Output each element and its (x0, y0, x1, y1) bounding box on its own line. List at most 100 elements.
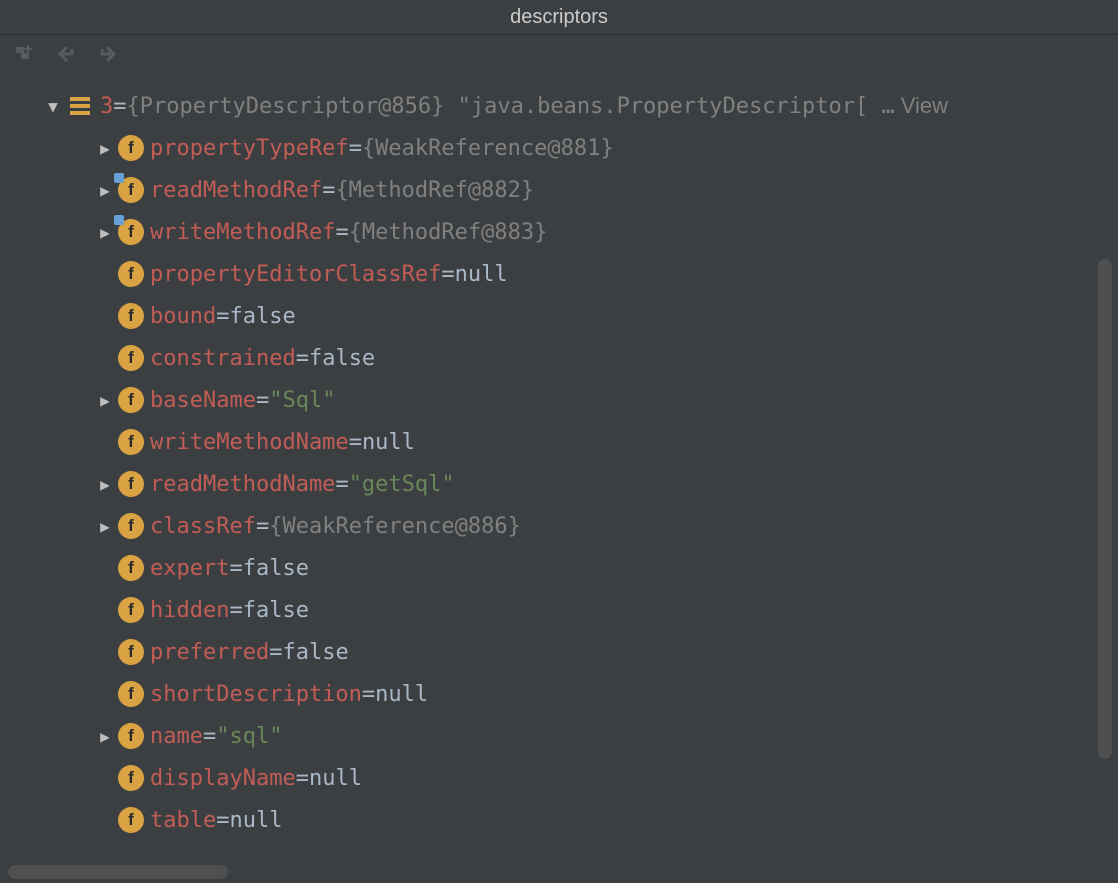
variable-name: bound (150, 304, 216, 329)
tree-row[interactable]: ▶ fconstrained = false (8, 337, 1118, 379)
expand-arrow-right-icon[interactable]: ▶ (96, 139, 114, 158)
field-icon: f (118, 345, 144, 371)
array-element-icon (66, 92, 94, 120)
equals-sign: = (349, 136, 362, 161)
expand-arrow-down-icon[interactable]: ▼ (44, 97, 62, 116)
tree-row[interactable]: ▶ fname = "sql" (8, 715, 1118, 757)
new-watch-icon[interactable] (14, 43, 36, 71)
field-icon: f (118, 555, 144, 581)
expand-arrow-right-icon[interactable]: ▶ (96, 727, 114, 746)
tree-row[interactable]: ▶ fclassRef = {WeakReference@886} (8, 505, 1118, 547)
variable-name: hidden (150, 598, 229, 623)
tree-row[interactable]: ▶ freadMethodName = "getSql" (8, 463, 1118, 505)
field-icon: f (118, 471, 144, 497)
field-icon: f (118, 681, 144, 707)
field-icon: f (118, 513, 144, 539)
variable-value: {PropertyDescriptor@856} "java.beans.Pro… (127, 94, 895, 119)
variable-value: null (309, 766, 362, 791)
expand-arrow-right-icon[interactable]: ▶ (96, 223, 114, 242)
variable-value: null (455, 262, 508, 287)
equals-sign: = (362, 682, 375, 707)
tree-row[interactable]: ▶ fhidden = false (8, 589, 1118, 631)
variable-value: null (375, 682, 428, 707)
field-icon: f (118, 765, 144, 791)
debugger-window: descriptors ▼ 3 = {PropertyDescriptor@85… (0, 0, 1118, 883)
variable-name: propertyEditorClassRef (150, 262, 441, 287)
variable-name: expert (150, 556, 229, 581)
variable-name: readMethodRef (150, 178, 322, 203)
variable-name: writeMethodRef (150, 220, 335, 245)
tree-row[interactable]: ▶ fshortDescription = null (8, 673, 1118, 715)
variable-value: false (243, 598, 309, 623)
field-icon: f (118, 639, 144, 665)
variable-value: false (282, 640, 348, 665)
variable-name: displayName (150, 766, 296, 791)
equals-sign: = (256, 388, 269, 413)
equals-sign: = (229, 556, 242, 581)
equals-sign: = (441, 262, 454, 287)
tree-row[interactable]: ▶ fpropertyTypeRef = {WeakReference@881} (8, 127, 1118, 169)
tree-row[interactable]: ▶ fdisplayName = null (8, 757, 1118, 799)
field-icon: f (118, 723, 144, 749)
equals-sign: = (296, 766, 309, 791)
tree-row[interactable]: ▶ fwriteMethodRef = {MethodRef@883} (8, 211, 1118, 253)
variable-value: false (309, 346, 375, 371)
field-icon: f (118, 429, 144, 455)
equals-sign: = (229, 598, 242, 623)
equals-sign: = (216, 808, 229, 833)
field-icon: f (118, 303, 144, 329)
tree-row[interactable]: ▶ fbound = false (8, 295, 1118, 337)
tree-row[interactable]: ▶ ftable = null (8, 799, 1118, 841)
expand-arrow-right-icon[interactable]: ▶ (96, 475, 114, 494)
equals-sign: = (113, 94, 126, 119)
variable-value: {MethodRef@882} (335, 178, 534, 203)
variable-name: shortDescription (150, 682, 362, 707)
variable-value: false (229, 304, 295, 329)
variable-name: preferred (150, 640, 269, 665)
back-arrow-icon[interactable] (54, 42, 78, 72)
tree-row[interactable]: ▶ fpropertyEditorClassRef = null (8, 253, 1118, 295)
variable-value: "Sql" (269, 388, 335, 413)
variable-name: classRef (150, 514, 256, 539)
equals-sign: = (269, 640, 282, 665)
expand-arrow-right-icon[interactable]: ▶ (96, 391, 114, 410)
forward-arrow-icon[interactable] (96, 42, 120, 72)
tree-row[interactable]: ▶ freadMethodRef = {MethodRef@882} (8, 169, 1118, 211)
field-icon: f (118, 597, 144, 623)
variable-value: false (243, 556, 309, 581)
variable-value: {MethodRef@883} (349, 220, 548, 245)
view-link[interactable]: View (901, 93, 948, 119)
variable-name: readMethodName (150, 472, 335, 497)
vertical-scrollbar[interactable] (1098, 259, 1112, 759)
variable-value: "sql" (216, 724, 282, 749)
equals-sign: = (322, 178, 335, 203)
equals-sign: = (335, 472, 348, 497)
variable-value: null (362, 430, 415, 455)
variable-name: 3 (100, 94, 113, 119)
tree-row[interactable]: ▶ fexpert = false (8, 547, 1118, 589)
equals-sign: = (296, 346, 309, 371)
variable-name: constrained (150, 346, 296, 371)
tree-row[interactable]: ▶ fpreferred = false (8, 631, 1118, 673)
variable-value: {WeakReference@886} (269, 514, 521, 539)
field-icon: f (118, 177, 144, 203)
equals-sign: = (256, 514, 269, 539)
tree-row[interactable]: ▶ fwriteMethodName = null (8, 421, 1118, 463)
tree-root-row[interactable]: ▼ 3 = {PropertyDescriptor@856} "java.bea… (8, 85, 1118, 127)
field-icon: f (118, 219, 144, 245)
equals-sign: = (335, 220, 348, 245)
equals-sign: = (216, 304, 229, 329)
tree-row[interactable]: ▶ fbaseName = "Sql" (8, 379, 1118, 421)
expand-arrow-right-icon[interactable]: ▶ (96, 181, 114, 200)
horizontal-scrollbar[interactable] (8, 865, 228, 879)
variable-name: table (150, 808, 216, 833)
field-icon: f (118, 387, 144, 413)
field-icon: f (118, 261, 144, 287)
field-icon: f (118, 135, 144, 161)
variable-value: "getSql" (349, 472, 455, 497)
variable-value: {WeakReference@881} (362, 136, 614, 161)
expand-arrow-right-icon[interactable]: ▶ (96, 517, 114, 536)
variable-name: name (150, 724, 203, 749)
field-icon: f (118, 807, 144, 833)
variable-name: baseName (150, 388, 256, 413)
